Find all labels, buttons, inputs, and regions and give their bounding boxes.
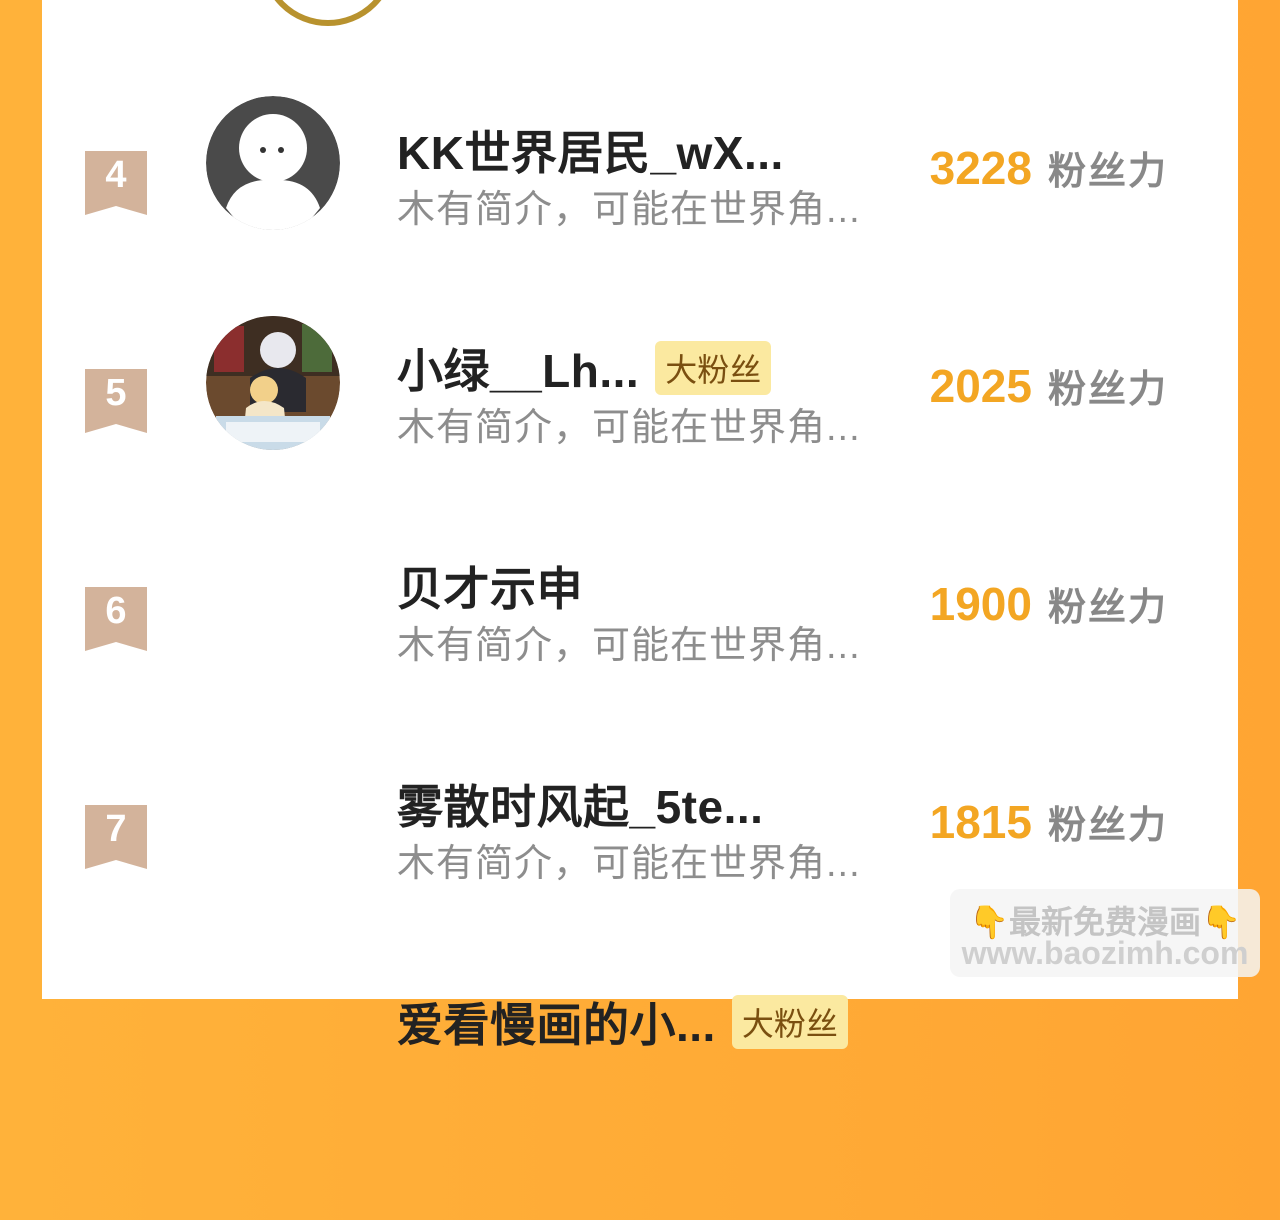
- fan-score-unit: 粉丝力: [1047, 369, 1168, 411]
- fan-score-unit: 粉丝力: [1047, 805, 1168, 847]
- fan-score-value: 3228: [929, 142, 1032, 194]
- rank-badge: 5: [85, 369, 147, 433]
- fan-score-value: 1900: [929, 578, 1032, 630]
- user-avatar-illustration[interactable]: [206, 316, 340, 450]
- fan-score: 1900 粉丝力: [930, 576, 1168, 631]
- leaderboard-panel: 4 KK世界居民_wX... 木有简介，可能在世界角... 3228 粉丝力 5: [42, 0, 1238, 1051]
- user-bio: 木有简介，可能在世界角...: [397, 189, 861, 231]
- watermark-url: www.baozimh.com: [961, 935, 1249, 971]
- user-bio: 木有简介，可能在世界角...: [397, 407, 861, 449]
- leaderboard-row[interactable]: 6 贝才示申 木有简介，可能在世界角... 1900 粉丝力: [42, 563, 1238, 784]
- fan-score-unit: 粉丝力: [1047, 587, 1168, 629]
- user-bio: 木有简介，可能在世界角...: [397, 625, 861, 667]
- rank-badge: 7: [85, 805, 147, 869]
- site-watermark: 👇最新免费漫画👇 www.baozimh.com: [950, 889, 1260, 977]
- fan-score: 3228 粉丝力: [930, 140, 1168, 195]
- user-name[interactable]: KK世界居民_wX...: [397, 117, 784, 183]
- fan-score-value: 2025: [929, 360, 1032, 412]
- fan-score: 1815 粉丝力: [930, 794, 1168, 849]
- fan-score: 2025 粉丝力: [930, 358, 1168, 413]
- previous-user-avatar[interactable]: [260, 0, 396, 26]
- big-fan-badge: 大粉丝: [731, 995, 848, 1049]
- rank-badge: 6: [85, 587, 147, 651]
- big-fan-badge: 大粉丝: [655, 341, 772, 395]
- leaderboard-row[interactable]: 爱看慢画的小... 大粉丝: [42, 995, 1238, 1220]
- leaderboard-row[interactable]: 4 KK世界居民_wX... 木有简介，可能在世界角... 3228 粉丝力: [42, 96, 1238, 348]
- user-name[interactable]: 雾散时风起_5te...: [397, 771, 763, 837]
- leaderboard-row[interactable]: 5 小绿__Lh... 大粉丝 木有简介，可能在世界角... 2025 粉丝力: [42, 316, 1238, 566]
- fan-score-value: 1815: [929, 796, 1032, 848]
- rank-badge: 4: [85, 151, 147, 215]
- fan-score-unit: 粉丝力: [1047, 151, 1168, 193]
- user-name[interactable]: 贝才示申: [397, 553, 583, 619]
- default-avatar[interactable]: [206, 96, 340, 230]
- user-name[interactable]: 小绿__Lh...: [397, 335, 639, 401]
- user-bio: 木有简介，可能在世界角...: [397, 843, 861, 885]
